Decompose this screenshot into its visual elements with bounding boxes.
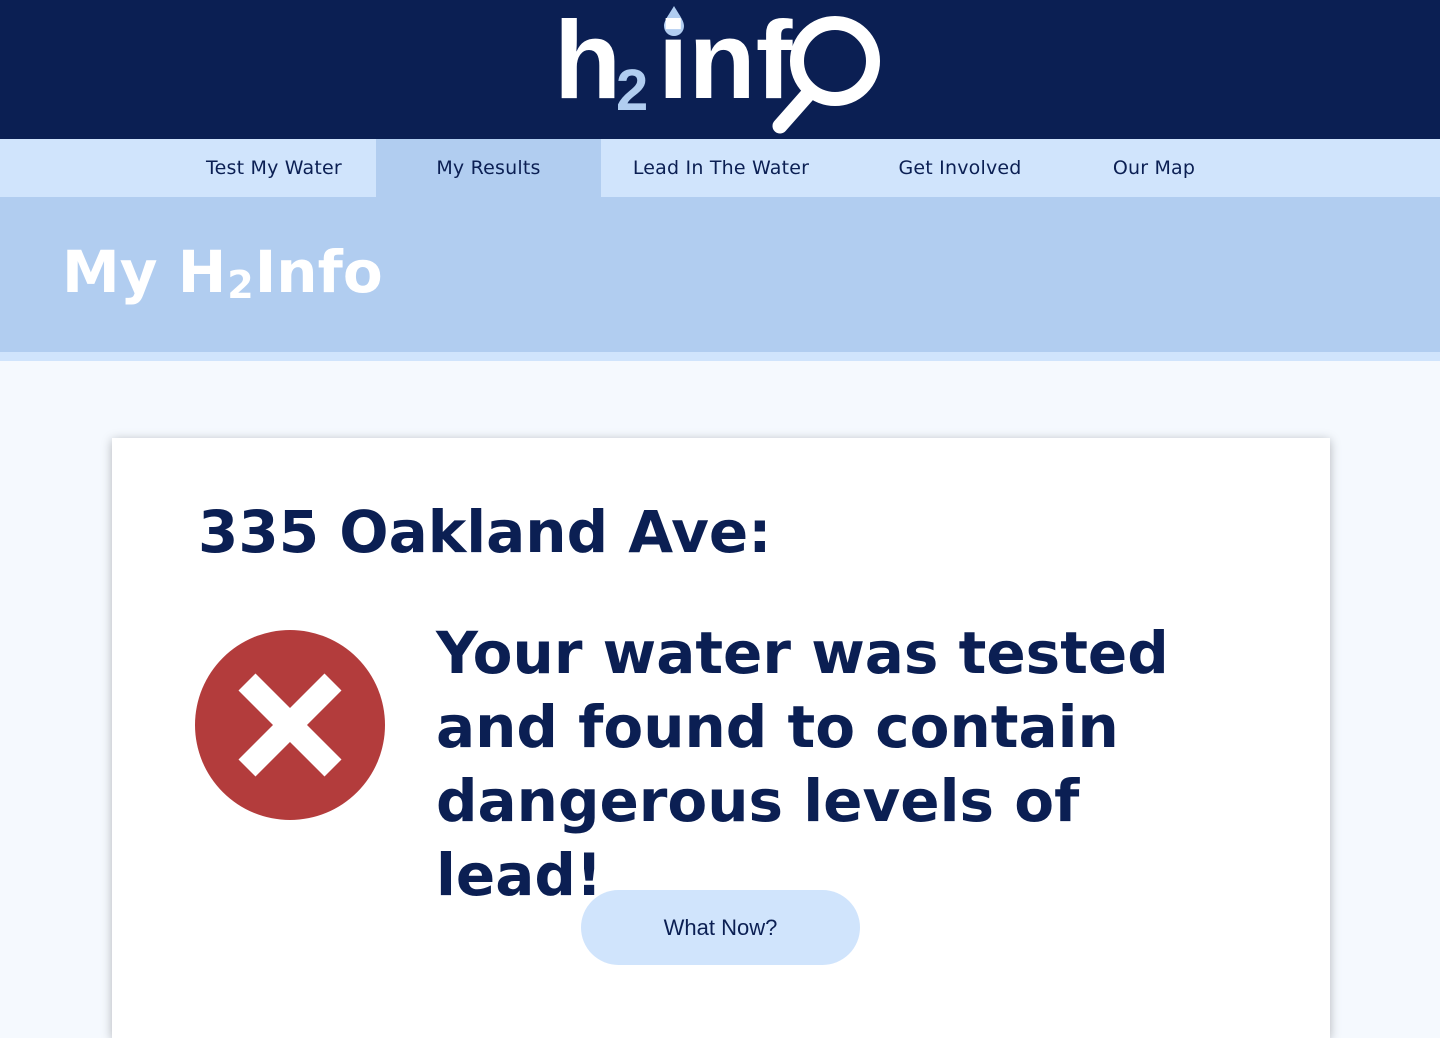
what-now-button[interactable]: What Now? [581,890,860,965]
page-title: My H2Info [62,236,383,315]
banner-divider [0,352,1440,361]
svg-text:inf: inf [658,0,793,122]
nav-item-our-map[interactable]: Our Map [1079,139,1229,197]
lead-warning-message: Your water was tested and found to conta… [436,619,1169,909]
site-header: h 2 inf [0,0,1440,139]
page-title-suffix: Info [254,238,383,306]
nav-item-lead-in-the-water[interactable]: Lead In The Water [601,139,841,197]
main-nav: Test My Water My Results Lead In The Wat… [0,139,1440,197]
h2info-logo[interactable]: h 2 inf [552,0,892,139]
error-x-icon [195,630,385,820]
page-title-prefix: My H [62,238,227,306]
nav-item-my-results[interactable]: My Results [376,139,601,197]
result-card: 335 Oakland Ave: Your water was tested a… [112,438,1330,1038]
nav-item-test-my-water[interactable]: Test My Water [172,139,376,197]
svg-text:h: h [554,0,621,122]
address-heading: 335 Oakland Ave: [198,498,772,566]
svg-text:2: 2 [616,58,648,123]
page-title-subscript: 2 [227,263,254,307]
nav-item-get-involved[interactable]: Get Involved [841,139,1079,197]
